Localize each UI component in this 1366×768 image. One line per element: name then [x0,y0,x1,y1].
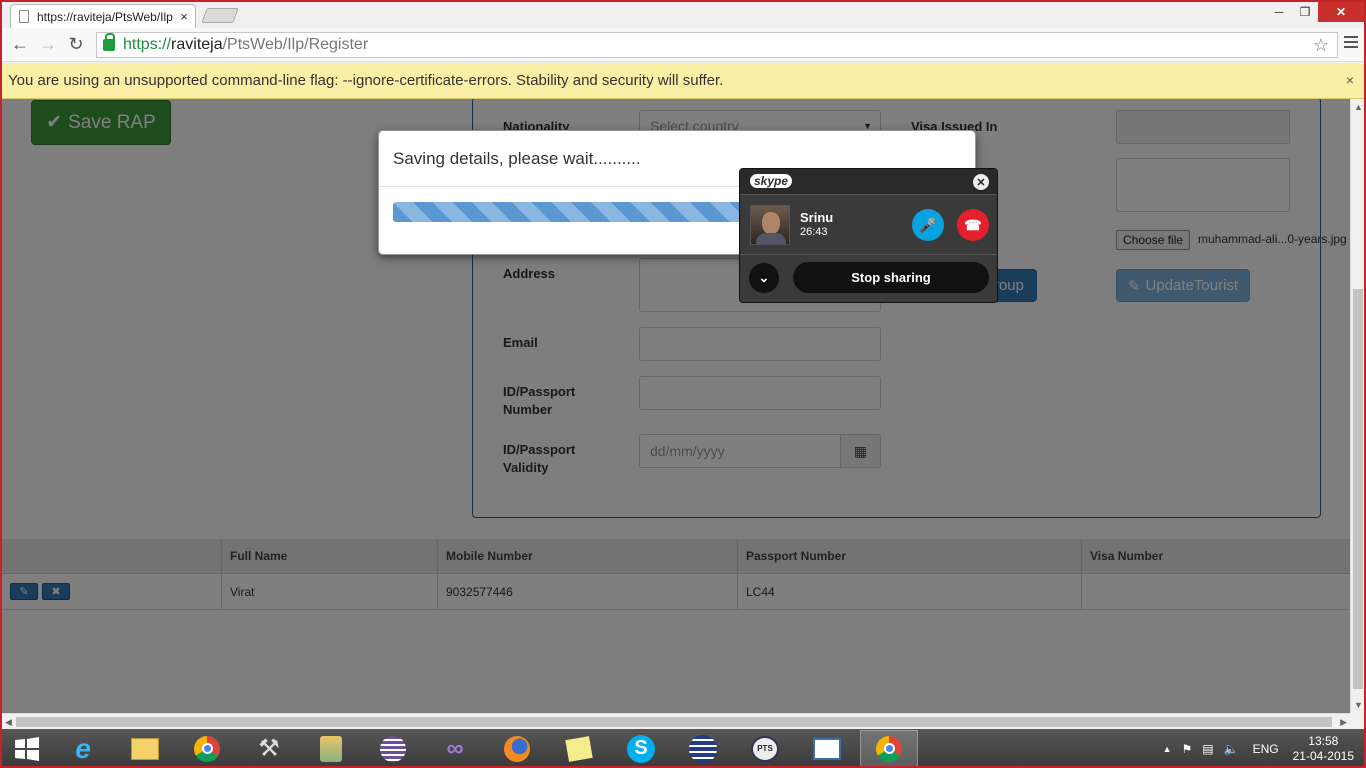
tray-expand-icon[interactable]: ▲ [1163,744,1172,754]
address-bar[interactable]: https:// raviteja /PtsWeb/Ilp/Register ☆ [96,32,1338,58]
infobar-text: You are using an unsupported command-lin… [8,72,724,89]
vertical-scrollbar[interactable]: ▲ ▼ [1350,99,1364,713]
chevron-down-icon[interactable]: ⌄ [749,263,779,293]
skype-logo: skype [750,174,793,188]
file-explorer-icon[interactable] [116,730,174,766]
clock-date: 21-04-2015 [1292,748,1354,763]
minimize-icon[interactable]: ─ [1266,2,1292,22]
tab-bar: https://raviteja/PtsWeb/Ilp × ─ ❐ ✕ [2,2,1364,28]
scroll-left-icon[interactable]: ◀ [5,717,12,728]
call-time: 26:43 [800,226,828,238]
pts-app-icon[interactable]: PTS [736,730,794,766]
microphone-icon[interactable]: 🎤 [912,209,944,241]
reload-icon[interactable]: ↻ [62,31,90,59]
back-arrow-icon[interactable]: ← [6,31,34,59]
clock[interactable]: 13:58 21-04-2015 [1293,734,1354,764]
sql-server-icon[interactable] [302,730,360,766]
eclipse-blue-icon[interactable] [674,730,732,766]
chrome-active-icon[interactable] [860,730,918,766]
skype-header: skype ✕ [740,169,997,195]
internet-explorer-icon[interactable]: e [54,730,112,766]
browser-tab[interactable]: https://raviteja/PtsWeb/Ilp × [10,4,196,28]
hang-up-icon[interactable]: ☎ [957,209,989,241]
horizontal-scroll-thumb[interactable] [16,717,1332,727]
restore-icon[interactable]: ❐ [1292,2,1318,22]
firefox-icon[interactable] [488,730,546,766]
flag-icon[interactable]: ⚑ [1182,742,1193,756]
browser-toolbar: ← → ↻ https:// raviteja /PtsWeb/Ilp/Regi… [2,28,1364,62]
skype-divider [740,254,997,255]
start-windows-icon[interactable] [4,730,50,766]
skype-icon[interactable]: S [612,730,670,766]
window-close-icon[interactable]: ✕ [1318,2,1364,22]
url-host: raviteja [171,36,223,53]
sticky-notes-icon[interactable] [550,730,608,766]
forward-arrow-icon[interactable]: → [34,31,62,59]
url-scheme: https:// [123,36,172,53]
warning-infobar: You are using an unsupported command-lin… [2,63,1364,99]
menu-icon[interactable] [1344,36,1358,51]
scroll-right-icon[interactable]: ▶ [1340,717,1347,728]
scroll-up-icon[interactable]: ▲ [1354,102,1363,112]
stop-sharing-button[interactable]: Stop sharing [793,262,989,293]
page-icon [19,10,29,23]
eclipse-icon[interactable] [364,730,422,766]
browser-window: https://raviteja/PtsWeb/Ilp × ─ ❐ ✕ ← → … [0,0,1366,768]
bookmark-star-icon[interactable]: ☆ [1313,35,1329,56]
tools-icon[interactable]: ⚒ [240,730,298,766]
vertical-scroll-thumb[interactable] [1353,289,1363,689]
network-icon[interactable]: ▤ [1202,742,1213,756]
volume-icon[interactable]: 🔈 [1224,742,1239,756]
chrome-icon[interactable] [178,730,236,766]
system-tray: ▲ ⚑ ▤ 🔈 ENG 13:58 21-04-2015 [1163,729,1354,766]
visual-studio-icon[interactable]: ∞ [426,730,484,766]
url-path: /PtsWeb/Ilp/Register [222,36,369,53]
caller-name: Srinu [800,210,834,225]
language-indicator[interactable]: ENG [1253,742,1279,756]
window-controls: ─ ❐ ✕ [1266,2,1364,22]
new-tab-button[interactable] [201,8,239,23]
tab-title: https://raviteja/PtsWeb/Ilp [37,9,173,24]
scroll-down-icon[interactable]: ▼ [1354,700,1363,710]
avatar [750,205,790,245]
news-app-icon[interactable] [798,730,856,766]
windows-taskbar: e ⚒ ∞ S PTS ▲ ⚑ ▤ 🔈 ENG 13:58 21-04-2015 [2,729,1364,766]
clock-time: 13:58 [1308,733,1339,748]
skype-call-widget: skype ✕ Srinu 26:43 🎤 ☎ ⌄ Stop sharing [739,168,998,303]
horizontal-scrollbar[interactable]: ◀ ▶ [2,713,1350,729]
page-viewport: ✔ Save RAP Nationality Select country ▼ … [2,99,1350,713]
infobar-close-icon[interactable]: × [1346,72,1354,88]
tab-close-icon[interactable]: × [177,9,191,24]
skype-close-icon[interactable]: ✕ [973,174,989,190]
lock-icon [103,33,115,51]
